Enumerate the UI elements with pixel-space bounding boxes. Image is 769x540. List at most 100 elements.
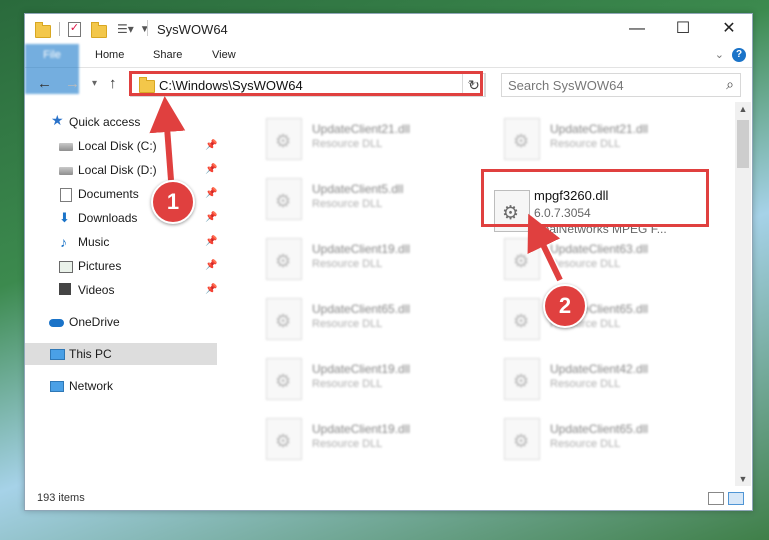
drive-icon: [59, 167, 73, 175]
file-item[interactable]: UpdateClient21.dll Resource DLL: [488, 114, 718, 164]
file-name: UpdateClient19.dll: [312, 422, 411, 436]
status-bar: 193 items: [25, 488, 752, 510]
file-highlight-box: [481, 169, 709, 227]
file-description: Resource DLL: [312, 258, 383, 270]
back-button[interactable]: ←: [37, 75, 52, 92]
pin-icon[interactable]: 📌: [205, 255, 217, 277]
file-item[interactable]: UpdateClient63.dll Resource DLL: [488, 234, 718, 284]
maximize-button[interactable]: ☐: [660, 14, 706, 44]
scroll-up-icon[interactable]: ▲: [735, 104, 751, 114]
onedrive-icon: [49, 319, 64, 327]
callout-badge-2: 2: [543, 284, 587, 328]
file-name: UpdateClient42.dll: [550, 362, 649, 376]
sidebar-item-network[interactable]: Network: [25, 375, 217, 397]
sidebar-item-quick-access[interactable]: ★ Quick access: [25, 111, 217, 133]
callout-badge-1: 1: [151, 180, 195, 224]
dll-file-icon: [504, 298, 540, 340]
separator: [147, 20, 148, 36]
file-description: Resource DLL: [312, 198, 383, 210]
minimize-button[interactable]: —: [614, 14, 660, 44]
pictures-icon: [59, 261, 73, 273]
music-icon: ♪: [60, 234, 67, 250]
up-button[interactable]: ↑: [109, 75, 117, 92]
file-description: Resource DLL: [312, 138, 383, 150]
pin-icon[interactable]: 📌: [205, 207, 217, 229]
file-name: UpdateClient65.dll: [550, 422, 649, 436]
sidebar-item-label: Local Disk (D:): [78, 163, 157, 177]
expand-ribbon-icon[interactable]: ⌄: [715, 48, 724, 61]
forward-button[interactable]: →: [65, 75, 80, 92]
file-name: UpdateClient21.dll: [312, 122, 411, 136]
sidebar-item-local-disk-d[interactable]: Local Disk (D:) 📌: [25, 159, 217, 181]
sidebar-item-pictures[interactable]: Pictures 📌: [25, 255, 217, 277]
sidebar-item-label: Documents: [78, 187, 139, 201]
scroll-thumb[interactable]: [737, 120, 749, 168]
file-list: UpdateClient21.dll Resource DLL UpdateCl…: [228, 106, 735, 486]
sidebar-item-label: Downloads: [78, 211, 138, 225]
sidebar-item-this-pc[interactable]: This PC: [25, 343, 217, 365]
file-description: Resource DLL: [550, 438, 621, 450]
dll-file-icon: [266, 238, 302, 280]
dll-file-icon: [504, 418, 540, 460]
scroll-down-icon[interactable]: ▼: [735, 474, 751, 484]
file-description: Resource DLL: [312, 378, 383, 390]
dll-file-icon: [266, 298, 302, 340]
pin-icon[interactable]: 📌: [205, 183, 217, 205]
file-description: Resource DLL: [550, 138, 621, 150]
properties-icon[interactable]: ✓: [68, 21, 81, 37]
sidebar-item-label: Videos: [78, 283, 115, 297]
file-item[interactable]: UpdateClient65.dll Resource DLL: [250, 294, 480, 344]
pin-icon[interactable]: 📌: [205, 279, 217, 301]
file-item[interactable]: UpdateClient42.dll Resource DLL: [488, 354, 718, 404]
tab-share[interactable]: Share: [141, 44, 194, 67]
sidebar-item-onedrive[interactable]: OneDrive: [25, 311, 217, 333]
tab-home[interactable]: Home: [83, 44, 136, 67]
file-item[interactable]: UpdateClient19.dll Resource DLL: [250, 234, 480, 284]
help-icon[interactable]: ?: [732, 48, 746, 62]
folder-icon: [35, 21, 51, 38]
sidebar-item-videos[interactable]: Videos 📌: [25, 279, 217, 301]
sidebar-item-label: This PC: [69, 347, 112, 361]
title-bar: ✓ ☰▾ ▼ SysWOW64 — ☐ ✕: [25, 14, 752, 44]
file-item[interactable]: UpdateClient19.dll Resource DLL: [250, 414, 480, 464]
file-item[interactable]: UpdateClient19.dll Resource DLL: [250, 354, 480, 404]
sidebar-item-music[interactable]: ♪ Music 📌: [25, 231, 217, 253]
file-name: UpdateClient19.dll: [312, 242, 411, 256]
quick-access-toolbar: ✓ ☰▾ ▼: [35, 20, 150, 38]
new-folder-icon[interactable]: [91, 21, 107, 38]
file-description: Resource DLL: [312, 438, 383, 450]
vertical-scrollbar[interactable]: ▲ ▼: [735, 102, 751, 486]
address-highlight-box: [129, 71, 483, 96]
file-item[interactable]: UpdateClient65.dll Resource DLL: [488, 294, 718, 344]
close-button[interactable]: ✕: [706, 14, 752, 44]
dll-file-icon: [266, 118, 302, 160]
pin-icon[interactable]: 📌: [205, 159, 217, 181]
dll-file-icon: [266, 178, 302, 220]
search-icon[interactable]: ⌕: [726, 76, 734, 93]
dll-file-icon: [266, 418, 302, 460]
sidebar-item-label: OneDrive: [69, 315, 120, 329]
explorer-window: ✓ ☰▾ ▼ SysWOW64 — ☐ ✕ File Home Share Vi…: [24, 13, 753, 511]
large-icons-view-icon[interactable]: [728, 492, 744, 505]
sidebar-item-local-disk-c[interactable]: Local Disk (C:) 📌: [25, 135, 217, 157]
recent-locations-icon[interactable]: ▾: [92, 78, 97, 89]
chevron-down-icon[interactable]: ▼: [140, 24, 150, 35]
sidebar-item-label: Local Disk (C:): [78, 139, 157, 153]
navigation-bar: ← → ▾ ↑ C:\Windows\SysWOW64 ⌵ ↻ Search S…: [25, 70, 752, 100]
view-switcher: [708, 492, 744, 505]
item-count: 193 items: [37, 492, 85, 504]
customize-toolbar-icon[interactable]: ☰▾: [117, 22, 134, 36]
details-view-icon[interactable]: [708, 492, 724, 505]
dll-file-icon: [504, 358, 540, 400]
ribbon: File Home Share View ⌄ ?: [25, 44, 752, 94]
tab-view[interactable]: View: [200, 44, 248, 67]
navigation-pane: ★ Quick access Local Disk (C:) 📌 Local D…: [25, 106, 217, 486]
pin-icon[interactable]: 📌: [205, 135, 217, 157]
file-name: UpdateClient19.dll: [312, 362, 411, 376]
file-item[interactable]: UpdateClient5.dll Resource DLL: [250, 174, 480, 224]
file-description: Resource DLL: [550, 258, 621, 270]
file-item[interactable]: UpdateClient65.dll Resource DLL: [488, 414, 718, 464]
pin-icon[interactable]: 📌: [205, 231, 217, 253]
search-input[interactable]: Search SysWOW64 ⌕: [501, 73, 741, 97]
file-item[interactable]: UpdateClient21.dll Resource DLL: [250, 114, 480, 164]
